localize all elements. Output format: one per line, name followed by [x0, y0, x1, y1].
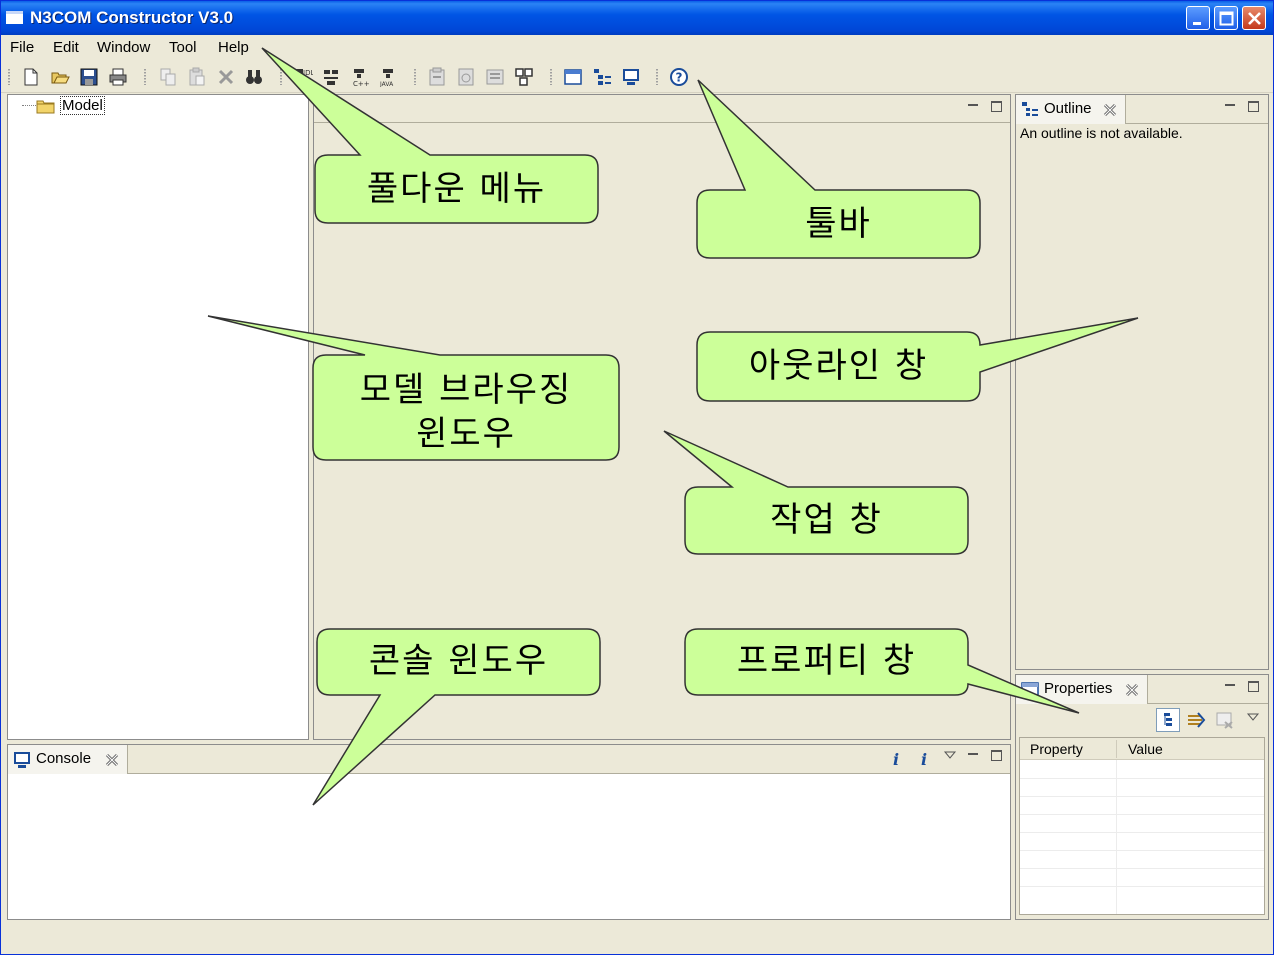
model-view-icon[interactable] — [563, 67, 583, 87]
tab-outline[interactable]: Outline — [1016, 95, 1126, 124]
svg-text:IDL: IDL — [303, 69, 313, 77]
layout-icon[interactable] — [485, 67, 505, 87]
svg-text:i: i — [921, 750, 927, 768]
close-tab-icon[interactable] — [105, 753, 119, 767]
save-icon[interactable] — [79, 67, 99, 87]
window-title: N3COM Constructor V3.0 — [30, 8, 234, 27]
find-icon[interactable] — [244, 67, 264, 87]
minimize-view-icon[interactable] — [1223, 679, 1237, 693]
maximize-view-icon[interactable] — [989, 748, 1003, 762]
editor-panel — [313, 94, 1011, 740]
outline-tab-label: Outline — [1044, 100, 1092, 117]
svg-text:JAVA: JAVA — [379, 81, 394, 87]
minimize-view-icon[interactable] — [966, 748, 980, 762]
outline-view-icon[interactable] — [592, 67, 612, 87]
folder-icon — [36, 100, 55, 114]
console-view-icon[interactable] — [621, 67, 641, 87]
maximize-button[interactable] — [1214, 6, 1238, 30]
menu-edit[interactable]: Edit — [53, 39, 79, 56]
toolbar-separator — [656, 69, 658, 85]
diagram-icon[interactable] — [514, 67, 534, 87]
table-row — [1020, 778, 1264, 779]
close-tab-icon[interactable] — [1125, 683, 1139, 697]
maximize-view-icon[interactable] — [1246, 679, 1260, 693]
import-icon[interactable] — [427, 67, 447, 87]
svg-text:i: i — [893, 750, 899, 768]
table-row — [1020, 868, 1264, 869]
toolbar-separator — [550, 69, 552, 85]
tree-item-model[interactable]: Model — [60, 96, 105, 115]
toolbar-separator — [414, 69, 416, 85]
generate-java-icon[interactable]: JAVA — [379, 67, 399, 87]
column-header-value[interactable]: Value — [1128, 741, 1163, 757]
app-icon — [6, 11, 23, 24]
menu-tool[interactable]: Tool — [169, 39, 197, 56]
delete-icon[interactable] — [216, 67, 236, 87]
tab-console[interactable]: Console — [8, 745, 128, 774]
model-browser-panel: Model — [7, 94, 309, 740]
close-tab-icon[interactable] — [1103, 103, 1117, 117]
info-icon[interactable]: i — [888, 750, 904, 768]
help-icon[interactable]: ? — [669, 67, 689, 87]
menu-help[interactable]: Help — [218, 39, 249, 56]
show-categories-icon[interactable] — [1156, 708, 1180, 732]
toolbar: IDL C++ JAVA ? — [1, 61, 1273, 93]
properties-tab-label: Properties — [1044, 680, 1113, 697]
minimize-button[interactable] — [1186, 6, 1210, 30]
view-menu-icon[interactable] — [943, 748, 957, 762]
toolbar-separator — [280, 69, 282, 85]
open-folder-icon[interactable] — [50, 67, 70, 87]
table-row — [1020, 814, 1264, 815]
info-icon[interactable]: i — [916, 750, 932, 768]
export-icon[interactable] — [456, 67, 476, 87]
properties-table: Property Value — [1019, 737, 1265, 915]
outline-message: An outline is not available. — [1020, 125, 1183, 141]
generate-idl-icon[interactable]: IDL — [293, 67, 313, 87]
table-row — [1020, 850, 1264, 851]
generate-cpp-icon[interactable]: C++ — [350, 67, 370, 87]
properties-icon — [1021, 682, 1039, 698]
table-row — [1020, 886, 1264, 887]
svg-text:?: ? — [676, 71, 683, 85]
view-menu-icon[interactable] — [1246, 710, 1260, 724]
toolbar-separator — [8, 69, 10, 85]
paste-icon[interactable] — [187, 67, 207, 87]
minimize-view-icon[interactable] — [966, 99, 980, 113]
console-icon — [14, 752, 30, 768]
generate-code-icon[interactable] — [321, 67, 341, 87]
restore-defaults-icon[interactable] — [1215, 710, 1235, 730]
tab-properties[interactable]: Properties — [1016, 675, 1148, 704]
console-tab-label: Console — [36, 750, 92, 767]
menu-file[interactable]: File — [10, 39, 34, 56]
show-advanced-icon[interactable] — [1186, 710, 1206, 730]
maximize-view-icon[interactable] — [989, 99, 1003, 113]
outline-icon — [1022, 102, 1038, 116]
console-panel: Console i i — [7, 744, 1011, 920]
outline-panel: Outline An outline is not available. — [1015, 94, 1269, 670]
copy-icon[interactable] — [158, 67, 178, 87]
app-window: N3COM Constructor V3.0 File Edit Window … — [0, 0, 1274, 955]
properties-table-header: Property Value — [1020, 738, 1264, 760]
svg-text:C++: C++ — [353, 80, 370, 87]
menu-bar: File Edit Window Tool Help — [1, 35, 1273, 61]
minimize-view-icon[interactable] — [1223, 99, 1237, 113]
console-header: Console i i — [8, 745, 1010, 774]
title-bar[interactable]: N3COM Constructor V3.0 — [1, 1, 1273, 35]
editor-header — [314, 95, 1010, 123]
menu-window[interactable]: Window — [97, 39, 150, 56]
toolbar-separator — [144, 69, 146, 85]
print-icon[interactable] — [108, 67, 128, 87]
close-button[interactable] — [1242, 6, 1266, 30]
maximize-view-icon[interactable] — [1246, 99, 1260, 113]
new-file-icon[interactable] — [21, 67, 41, 87]
properties-panel: Properties Property Value — [1015, 674, 1269, 920]
column-header-property[interactable]: Property — [1030, 741, 1083, 757]
table-row — [1020, 796, 1264, 797]
status-bar — [1, 922, 1273, 954]
table-row — [1020, 832, 1264, 833]
